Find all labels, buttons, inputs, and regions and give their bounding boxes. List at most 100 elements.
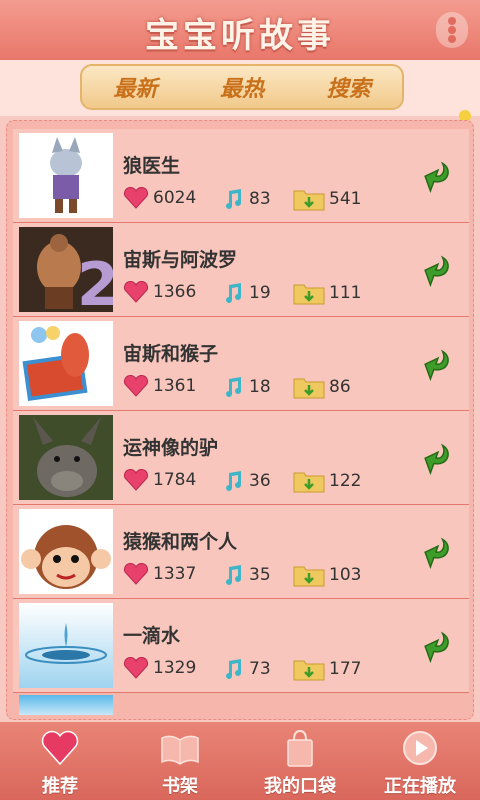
story-title: 狼医生 <box>123 155 181 177</box>
green-download-arrow-icon[interactable] <box>415 627 451 669</box>
heart-icon <box>123 469 149 491</box>
story-list[interactable]: 狼医生 6024 83 541 24 宙斯与阿波罗 <box>6 120 474 720</box>
likes-count: 1337 <box>153 564 197 584</box>
music-note-icon <box>226 471 241 491</box>
plays-stat: 83 <box>221 187 271 211</box>
menu-dot-icon <box>448 17 456 25</box>
plays-stat: 18 <box>221 375 271 399</box>
plays-stat: 19 <box>221 281 271 305</box>
downloads-count: 541 <box>329 189 362 209</box>
green-download-arrow-icon[interactable] <box>415 345 451 387</box>
menu-dot-icon <box>448 35 456 43</box>
play-circle-icon <box>403 731 437 765</box>
story-thumbnail <box>19 321 113 406</box>
story-thumbnail <box>19 603 113 688</box>
downloads-count: 122 <box>329 471 362 491</box>
story-row[interactable]: 狼医生 6024 83 541 <box>13 129 469 223</box>
story-title: 猿猴和两个人 <box>123 531 238 553</box>
plays-count: 73 <box>249 659 271 679</box>
folder-download-icon <box>293 284 325 305</box>
likes-count: 1784 <box>153 470 197 490</box>
downloads-count: 86 <box>329 377 351 397</box>
overflow-menu-button[interactable] <box>436 12 468 48</box>
downloads-stat: 111 <box>293 281 361 305</box>
likes-stat: 1329 <box>123 657 196 679</box>
book-icon <box>161 735 199 765</box>
tab-newest[interactable]: 最新 <box>113 71 157 103</box>
tab-hottest[interactable]: 最热 <box>220 71 264 103</box>
story-row[interactable]: 猿猴和两个人 1337 35 103 <box>13 505 469 599</box>
tab-search[interactable]: 搜索 <box>327 71 371 103</box>
heart-icon <box>123 657 149 679</box>
story-thumbnail <box>19 509 113 594</box>
plays-stat: 35 <box>221 563 271 587</box>
likes-stat: 1337 <box>123 563 196 585</box>
heart-icon <box>123 187 149 209</box>
tab-bar: 最新 最热 搜索 <box>80 64 404 110</box>
likes-stat: 6024 <box>123 187 196 209</box>
story-row[interactable]: 宙斯和猴子 1361 18 86 <box>13 317 469 411</box>
folder-download-icon <box>293 472 325 493</box>
nav-label: 书架 <box>162 776 198 797</box>
heart-icon <box>41 730 79 766</box>
folder-download-icon <box>293 190 325 211</box>
story-row[interactable]: 运神像的驴 1784 36 122 <box>13 411 469 505</box>
likes-count: 1366 <box>153 282 197 302</box>
music-note-icon <box>226 189 241 209</box>
nav-my-pocket[interactable]: 我的口袋 <box>240 722 360 800</box>
heart-icon <box>123 375 149 397</box>
music-note-icon <box>226 377 241 397</box>
app-header: 宝宝听故事 <box>0 0 480 62</box>
story-title: 宙斯和猴子 <box>123 343 219 365</box>
likes-stat: 1784 <box>123 469 196 491</box>
green-download-arrow-icon[interactable] <box>415 251 451 293</box>
story-title: 一滴水 <box>123 625 181 647</box>
story-row[interactable]: 24 宙斯与阿波罗 1366 19 111 <box>13 223 469 317</box>
plays-count: 83 <box>249 189 271 209</box>
story-title: 宙斯与阿波罗 <box>123 249 238 271</box>
shopping-bag-icon <box>287 729 313 767</box>
folder-download-icon <box>293 660 325 681</box>
heart-icon <box>123 563 149 585</box>
likes-stat: 1366 <box>123 281 196 303</box>
nav-label: 正在播放 <box>384 776 456 797</box>
folder-download-icon <box>293 566 325 587</box>
green-download-arrow-icon[interactable] <box>415 157 451 199</box>
likes-count: 1329 <box>153 658 197 678</box>
downloads-stat: 103 <box>293 563 361 587</box>
likes-count: 1361 <box>153 376 197 396</box>
story-thumbnail-partial <box>19 695 113 715</box>
svg-text:24: 24 <box>77 250 113 312</box>
story-title: 运神像的驴 <box>123 437 219 459</box>
app-title: 宝宝听故事 <box>145 16 335 56</box>
story-thumbnail <box>19 415 113 500</box>
likes-count: 6024 <box>153 188 197 208</box>
green-download-arrow-icon[interactable] <box>415 533 451 575</box>
downloads-stat: 541 <box>293 187 361 211</box>
downloads-count: 111 <box>329 283 362 303</box>
story-thumbnail: 24 <box>19 227 113 312</box>
nav-bookshelf[interactable]: 书架 <box>120 722 240 800</box>
story-row[interactable]: 一滴水 1329 73 177 <box>13 599 469 693</box>
green-download-arrow-icon[interactable] <box>415 439 451 481</box>
bottom-nav: 推荐 书架 我的口袋 正在播放 <box>0 722 480 800</box>
music-note-icon <box>226 283 241 303</box>
plays-stat: 36 <box>221 469 271 493</box>
downloads-count: 177 <box>329 659 362 679</box>
story-thumbnail <box>19 133 113 218</box>
nav-recommend[interactable]: 推荐 <box>0 722 120 800</box>
downloads-stat: 122 <box>293 469 361 493</box>
nav-label: 推荐 <box>42 776 78 797</box>
plays-count: 18 <box>249 377 271 397</box>
downloads-count: 103 <box>329 565 362 585</box>
nav-now-playing[interactable]: 正在播放 <box>360 722 480 800</box>
menu-dot-icon <box>448 26 456 34</box>
music-note-icon <box>226 565 241 585</box>
likes-stat: 1361 <box>123 375 196 397</box>
folder-download-icon <box>293 378 325 399</box>
nav-label: 我的口袋 <box>264 776 336 797</box>
music-note-icon <box>226 659 241 679</box>
heart-icon <box>123 281 149 303</box>
downloads-stat: 86 <box>293 375 351 399</box>
plays-count: 35 <box>249 565 271 585</box>
